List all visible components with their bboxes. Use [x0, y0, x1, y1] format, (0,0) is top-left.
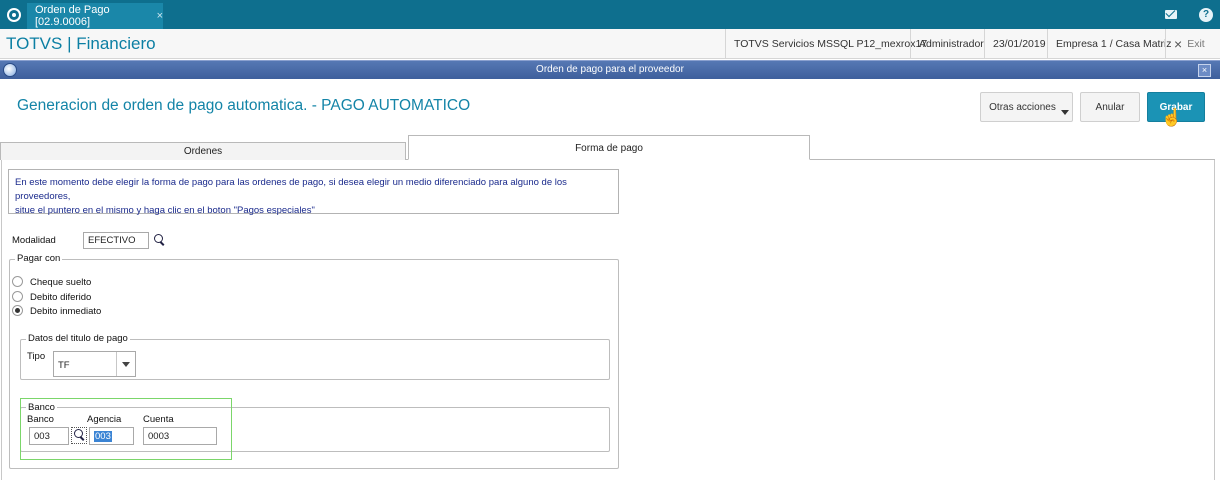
search-icon[interactable]	[153, 234, 165, 246]
radio-debito-diferido[interactable]	[12, 291, 23, 302]
app-header: TOTVS | Financiero TOTVS Servicios MSSQL…	[0, 29, 1220, 59]
user-info: Administrador	[910, 29, 992, 59]
close-icon: ×	[1174, 36, 1183, 52]
radio-debito-inmediato[interactable]	[12, 305, 23, 316]
exit-button[interactable]: × Exit	[1165, 29, 1213, 59]
company-info: Empresa 1 / Casa Matriz	[1047, 29, 1180, 59]
chevron-down-icon	[122, 362, 130, 367]
dialog-close-button[interactable]: ×	[1198, 64, 1211, 77]
info-line-1: En este momento debe elegir la forma de …	[15, 177, 567, 202]
dialog-title: Orden de pago para el proveedor	[536, 64, 684, 75]
info-message: En este momento debe elegir la forma de …	[8, 169, 619, 216]
tab-ordenes[interactable]: Ordenes	[0, 142, 406, 160]
radio-cheque-suelto[interactable]	[12, 276, 23, 287]
top-bar: Orden de Pago [02.9.0006] × ?	[0, 0, 1220, 29]
app-title: TOTVS | Financiero	[6, 34, 156, 53]
date-info: 23/01/2019	[984, 29, 1054, 59]
chevron-down-icon	[1061, 110, 1069, 115]
other-actions-label: Otras acciones	[989, 101, 1056, 113]
tipo-label: Tipo	[27, 351, 46, 362]
other-actions-button[interactable]: Otras acciones	[980, 92, 1073, 122]
tab-forma-de-pago[interactable]: Forma de pago	[408, 135, 810, 160]
help-icon[interactable]: ?	[1192, 0, 1220, 29]
totvs-logo-icon[interactable]	[0, 0, 27, 29]
server-info: TOTVS Servicios MSSQL P12_mexrox17	[725, 29, 935, 59]
cancel-button[interactable]: Anular	[1080, 92, 1140, 122]
exit-label: Exit	[1187, 38, 1205, 50]
tipo-value: TF	[58, 360, 70, 371]
radio-label-debito-diferido: Debito diferido	[30, 292, 92, 303]
dialog-title-bar: Orden de pago para el proveedor ×	[0, 60, 1220, 79]
datos-titulo-legend: Datos del titulo de pago	[26, 333, 130, 344]
info-line-2: situe el puntero en el mismo y haga clic…	[15, 205, 315, 216]
page-title: Generacion de orden de pago automatica. …	[17, 97, 471, 114]
modalidad-input[interactable]: EFECTIVO	[83, 232, 149, 249]
tab-orden-de-pago[interactable]: Orden de Pago [02.9.0006] ×	[27, 3, 163, 29]
hand-cursor-icon: ☝	[1161, 108, 1183, 127]
mail-icon[interactable]	[1157, 0, 1185, 29]
pagar-con-legend: Pagar con	[15, 253, 63, 264]
tab-close-icon[interactable]: ×	[157, 10, 163, 22]
tipo-select[interactable]: TF	[53, 351, 136, 377]
tab-label: Orden de Pago [02.9.0006]	[35, 4, 110, 28]
select-divider	[116, 352, 117, 376]
modalidad-label: Modalidad	[12, 235, 56, 246]
radio-label-cheque-suelto: Cheque suelto	[30, 277, 92, 288]
highlight-box	[20, 398, 232, 460]
radio-label-debito-inmediato: Debito inmediato	[30, 306, 102, 317]
